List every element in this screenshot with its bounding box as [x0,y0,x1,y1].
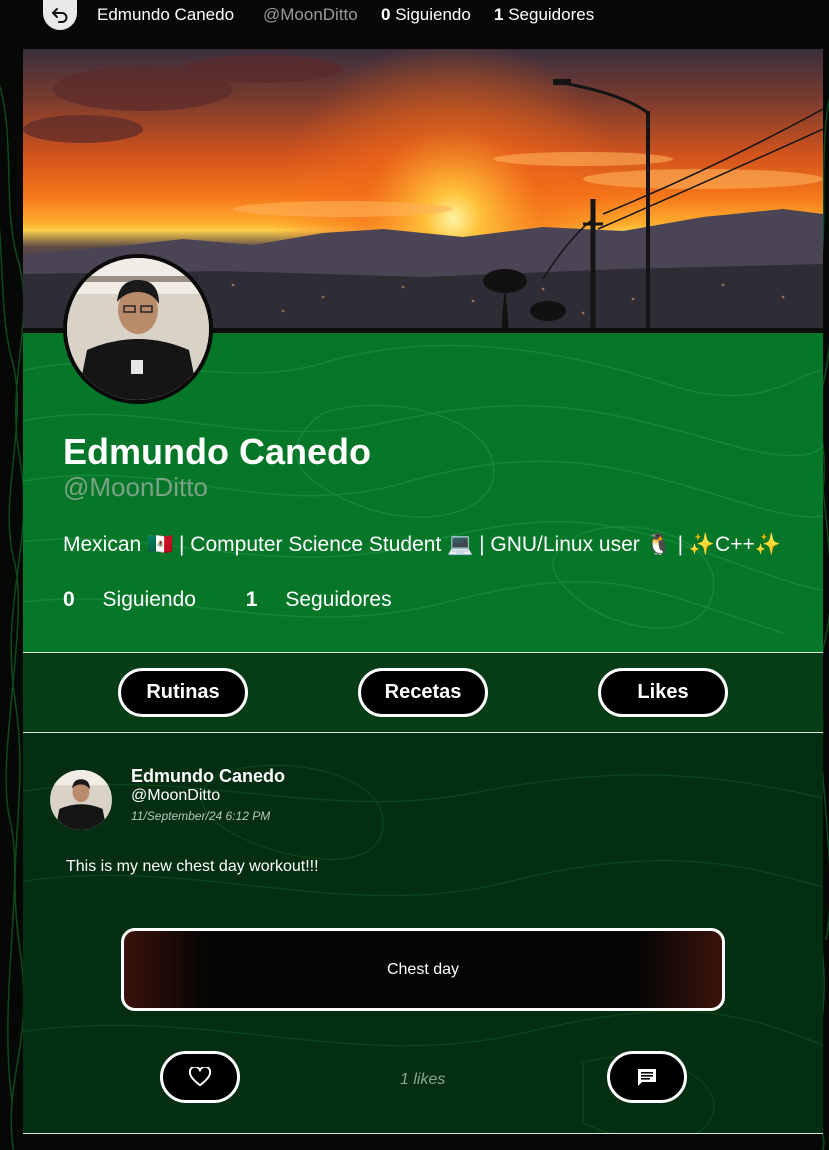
profile-handle: @MoonDitto [63,472,208,502]
topbar-followers-count: 1 [494,5,504,24]
tab-likes[interactable]: Likes [598,668,728,717]
post-card: Edmundo Canedo @MoonDitto 11/September/2… [23,733,823,1133]
undo-arrow-icon [52,8,68,23]
back-button[interactable] [43,0,77,30]
divider-tabs [23,732,823,733]
divider-bottom [23,1133,823,1134]
profile-avatar[interactable] [63,254,213,404]
post-timestamp: 11/September/24 6:12 PM [131,809,271,823]
post-author-avatar[interactable] [50,770,112,830]
comment-icon [638,1069,656,1086]
avatar-photo [67,258,209,400]
profile-display-name: Edmundo Canedo [63,431,371,472]
top-bar: Edmundo Canedo @MoonDitto 0 Siguiendo 1 … [0,0,829,44]
post-body: This is my new chest day workout!!! [66,858,319,875]
following-count: 0 [63,588,75,611]
following-stat[interactable]: 0 Siguiendo [63,588,218,611]
topbar-name: Edmundo Canedo [97,5,235,24]
profile-page: Edmundo Canedo @MoonDitto 0 Siguiendo 1 … [0,0,829,1150]
routine-card[interactable]: Chest day [121,928,725,1011]
topbar-handle: @MoonDitto [263,5,358,24]
topbar-following-label: Siguiendo [395,5,471,24]
tab-rutinas[interactable]: Rutinas [118,668,248,717]
tab-recetas[interactable]: Recetas [358,668,488,717]
followers-count: 1 [245,588,258,611]
post-author-handle: @MoonDitto [131,787,221,804]
following-label: Siguiendo [102,588,196,611]
like-button[interactable] [160,1051,240,1103]
topbar-following-count: 0 [381,5,391,24]
likes-count: 1 likes [400,1071,446,1088]
followers-label: Seguidores [285,588,392,611]
divider-top [23,652,823,653]
profile-tabs: Rutinas Recetas Likes [23,653,823,732]
post-avatar-photo [51,770,111,830]
topbar-followers[interactable]: 1 Seguidores [494,5,594,25]
profile-stats: 0 Siguiendo 1 Seguidores [63,588,436,612]
post-author-name[interactable]: Edmundo Canedo [131,766,285,787]
heart-icon [189,1067,211,1087]
topbar-following[interactable]: 0 Siguiendo [381,5,471,25]
comment-button[interactable] [607,1051,687,1103]
profile-bio: Mexican 🇲🇽 | Computer Science Student 💻 … [63,533,781,556]
followers-stat[interactable]: 1 Seguidores [246,588,414,611]
profile-column: Edmundo Canedo @MoonDitto Mexican 🇲🇽 | C… [23,49,823,1150]
topbar-followers-label: Seguidores [508,5,595,24]
routine-title: Chest day [386,960,460,978]
